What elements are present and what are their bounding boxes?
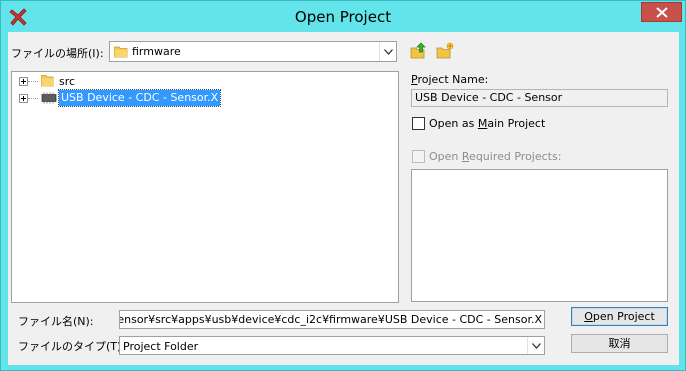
folder-icon [40, 74, 54, 90]
look-in-combo[interactable]: firmware [109, 41, 397, 62]
project-name-field: USB Device - CDC - Sensor [411, 89, 668, 107]
chevron-down-icon[interactable] [379, 42, 396, 61]
expand-toggle-icon[interactable] [19, 77, 28, 86]
close-icon [656, 7, 668, 18]
tree-connector [28, 81, 38, 82]
open-required-label: Open Required Projects: [429, 150, 562, 163]
file-type-combo[interactable]: Project Folder [119, 336, 545, 355]
project-name-label: Project Name: [411, 73, 489, 86]
project-chip-icon [41, 92, 57, 107]
up-one-level-icon[interactable] [410, 42, 428, 60]
open-as-main-label[interactable]: Open as Main Project [429, 117, 545, 130]
file-name-value: - Sensor¥src¥apps¥usb¥device¥cdc_i2c¥fir… [119, 313, 542, 326]
look-in-value: firmware [132, 45, 181, 58]
open-required-checkbox[interactable] [412, 150, 425, 163]
file-name-label: ファイル名(N): [18, 315, 94, 328]
chevron-down-icon[interactable] [527, 337, 544, 354]
project-name-label-text: roject Name: [417, 73, 489, 86]
cancel-button[interactable]: 取消 [571, 334, 668, 353]
tree-item-label-selected: USB Device - CDC - Sensor.X [57, 89, 222, 107]
title-bar[interactable]: Open Project [1, 1, 685, 33]
folder-icon [113, 45, 128, 61]
window-title: Open Project [294, 8, 392, 26]
tree-connector [28, 98, 38, 99]
file-name-input[interactable]: - Sensor¥src¥apps¥usb¥device¥cdc_i2c¥fir… [119, 310, 545, 329]
file-type-label: ファイルのタイプ(T): [18, 340, 126, 353]
open-project-button[interactable]: Open Project [571, 307, 668, 326]
project-tree[interactable]: src USB Device - CDC - Sensor.X [11, 71, 399, 303]
required-projects-list [411, 169, 668, 302]
expand-toggle-icon[interactable] [19, 94, 28, 103]
open-project-dialog: Open Project ファイルの場所(I): firmware src US… [0, 0, 686, 371]
look-in-label: ファイルの場所(I): [11, 47, 104, 60]
close-button[interactable] [641, 2, 682, 22]
create-new-folder-icon[interactable] [436, 42, 454, 60]
tree-item-label: src [59, 75, 76, 88]
dialog-body: ファイルの場所(I): firmware src USB Device - CD… [8, 32, 679, 365]
file-type-value: Project Folder [123, 340, 199, 353]
open-as-main-checkbox[interactable] [412, 117, 425, 130]
